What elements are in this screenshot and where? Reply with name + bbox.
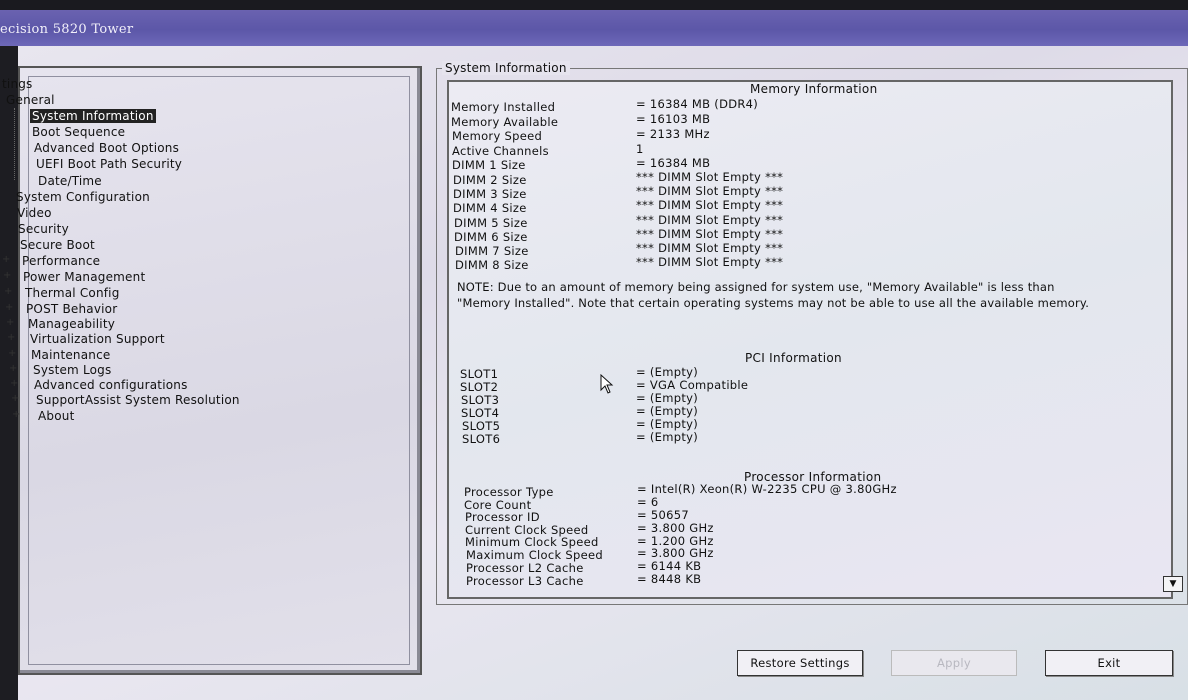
tree-item-video[interactable]: Video <box>17 206 52 220</box>
expand-icon[interactable]: + <box>3 271 11 281</box>
memory-row-value: *** DIMM Slot Empty *** <box>636 184 784 198</box>
memory-row-value: = 16103 MB <box>636 112 711 126</box>
exit-button[interactable]: Exit <box>1045 650 1173 676</box>
window-title: ecision 5820 Tower <box>0 22 134 37</box>
chevron-down-icon: ▼ <box>1169 579 1177 589</box>
memory-row-label: DIMM 4 Size <box>453 201 527 215</box>
memory-row-label: DIMM 5 Size <box>454 216 528 230</box>
system-information-content <box>447 80 1173 599</box>
expand-icon[interactable]: + <box>9 364 17 374</box>
memory-row-label: DIMM 6 Size <box>454 230 528 244</box>
expand-icon[interactable]: + <box>11 394 19 404</box>
memory-row-label: DIMM 1 Size <box>452 158 526 172</box>
tree-item-power-management[interactable]: Power Management <box>23 270 145 284</box>
memory-row-value: *** DIMM Slot Empty *** <box>636 255 784 269</box>
tree-item-secure-boot[interactable]: Secure Boot <box>20 238 95 252</box>
scroll-down-button[interactable]: ▼ <box>1163 576 1183 592</box>
tree-item-uefi-boot-path-security[interactable]: UEFI Boot Path Security <box>36 157 182 171</box>
memory-row-label: Memory Installed <box>451 100 556 114</box>
memory-row-label: DIMM 7 Size <box>455 244 529 258</box>
memory-row-label: Memory Speed <box>452 129 543 143</box>
expand-icon[interactable]: + <box>5 303 13 313</box>
tree-item-security[interactable]: Security <box>18 222 69 236</box>
processor-row-label: Processor L3 Cache <box>466 574 584 588</box>
expand-icon[interactable]: + <box>10 379 18 389</box>
tree-item-date-time[interactable]: Date/Time <box>38 174 102 188</box>
group-title: System Information <box>442 61 570 75</box>
memory-row-value: *** DIMM Slot Empty *** <box>636 213 784 227</box>
memory-row-label: Active Channels <box>452 144 549 158</box>
memory-row-value: = 2133 MHz <box>636 127 710 141</box>
title-bar: ecision 5820 Tower <box>0 10 1188 46</box>
memory-row-value: *** DIMM Slot Empty *** <box>636 170 784 184</box>
tree-item-system-configuration[interactable]: System Configuration <box>16 190 150 204</box>
memory-row-value: = 16384 MB (DDR4) <box>636 97 759 111</box>
processor-row-value: = Intel(R) Xeon(R) W-2235 CPU @ 3.80GHz <box>637 482 897 496</box>
tree-item-thermal-config[interactable]: Thermal Config <box>25 286 120 300</box>
expand-icon[interactable]: + <box>2 255 10 265</box>
tree-item-post-behavior[interactable]: POST Behavior <box>26 302 117 316</box>
expand-icon[interactable]: + <box>8 349 16 359</box>
tree-item-system-logs[interactable]: System Logs <box>33 363 111 377</box>
mouse-cursor-icon <box>600 374 614 394</box>
expand-icon[interactable]: + <box>6 318 14 328</box>
tree-item-advanced-boot-options[interactable]: Advanced Boot Options <box>34 141 179 155</box>
memory-row-value: 1 <box>636 142 644 156</box>
memory-row-label: DIMM 3 Size <box>453 187 527 201</box>
tree-item-performance[interactable]: Performance <box>22 254 100 268</box>
tree-item-boot-sequence[interactable]: Boot Sequence <box>32 125 125 139</box>
tree-item-about[interactable]: About <box>38 409 74 423</box>
pci-section-title: PCI Information <box>745 351 842 365</box>
pci-row-label: SLOT6 <box>462 432 501 446</box>
tree-item-virtualization-support[interactable]: Virtualization Support <box>30 332 165 346</box>
tree-item-supportassist-system-resolution[interactable]: SupportAssist System Resolution <box>36 393 240 407</box>
memory-row-label: DIMM 2 Size <box>453 173 527 187</box>
tree-item-maintenance[interactable]: Maintenance <box>31 348 110 362</box>
memory-row-value: *** DIMM Slot Empty *** <box>636 227 784 241</box>
memory-row-value: = 16384 MB <box>636 156 711 170</box>
tree-root: tings <box>2 77 33 91</box>
memory-row-value: *** DIMM Slot Empty *** <box>636 241 784 255</box>
memory-row-label: Memory Available <box>451 115 559 129</box>
restore-settings-button[interactable]: Restore Settings <box>737 650 863 676</box>
apply-button[interactable]: Apply <box>891 650 1017 676</box>
tree-item-system-information[interactable]: System Information <box>30 109 156 123</box>
tree-item-advanced-configurations[interactable]: Advanced configurations <box>34 378 188 392</box>
tree-item-general[interactable]: General <box>6 93 55 107</box>
expand-icon[interactable]: + <box>7 333 15 343</box>
tree-connector <box>14 108 15 180</box>
memory-row-value: *** DIMM Slot Empty *** <box>636 198 784 212</box>
memory-note: NOTE: Due to an amount of memory being a… <box>457 280 1090 310</box>
expand-icon[interactable]: + <box>12 410 20 420</box>
expand-icon[interactable]: + <box>4 287 12 297</box>
pci-row-value: = (Empty) <box>636 430 699 444</box>
memory-row-label: DIMM 8 Size <box>455 258 529 272</box>
processor-row-value: = 8448 KB <box>637 572 702 586</box>
memory-section-title: Memory Information <box>750 82 878 96</box>
tree-item-manageability[interactable]: Manageability <box>28 317 115 331</box>
top-bezel <box>0 0 1188 10</box>
